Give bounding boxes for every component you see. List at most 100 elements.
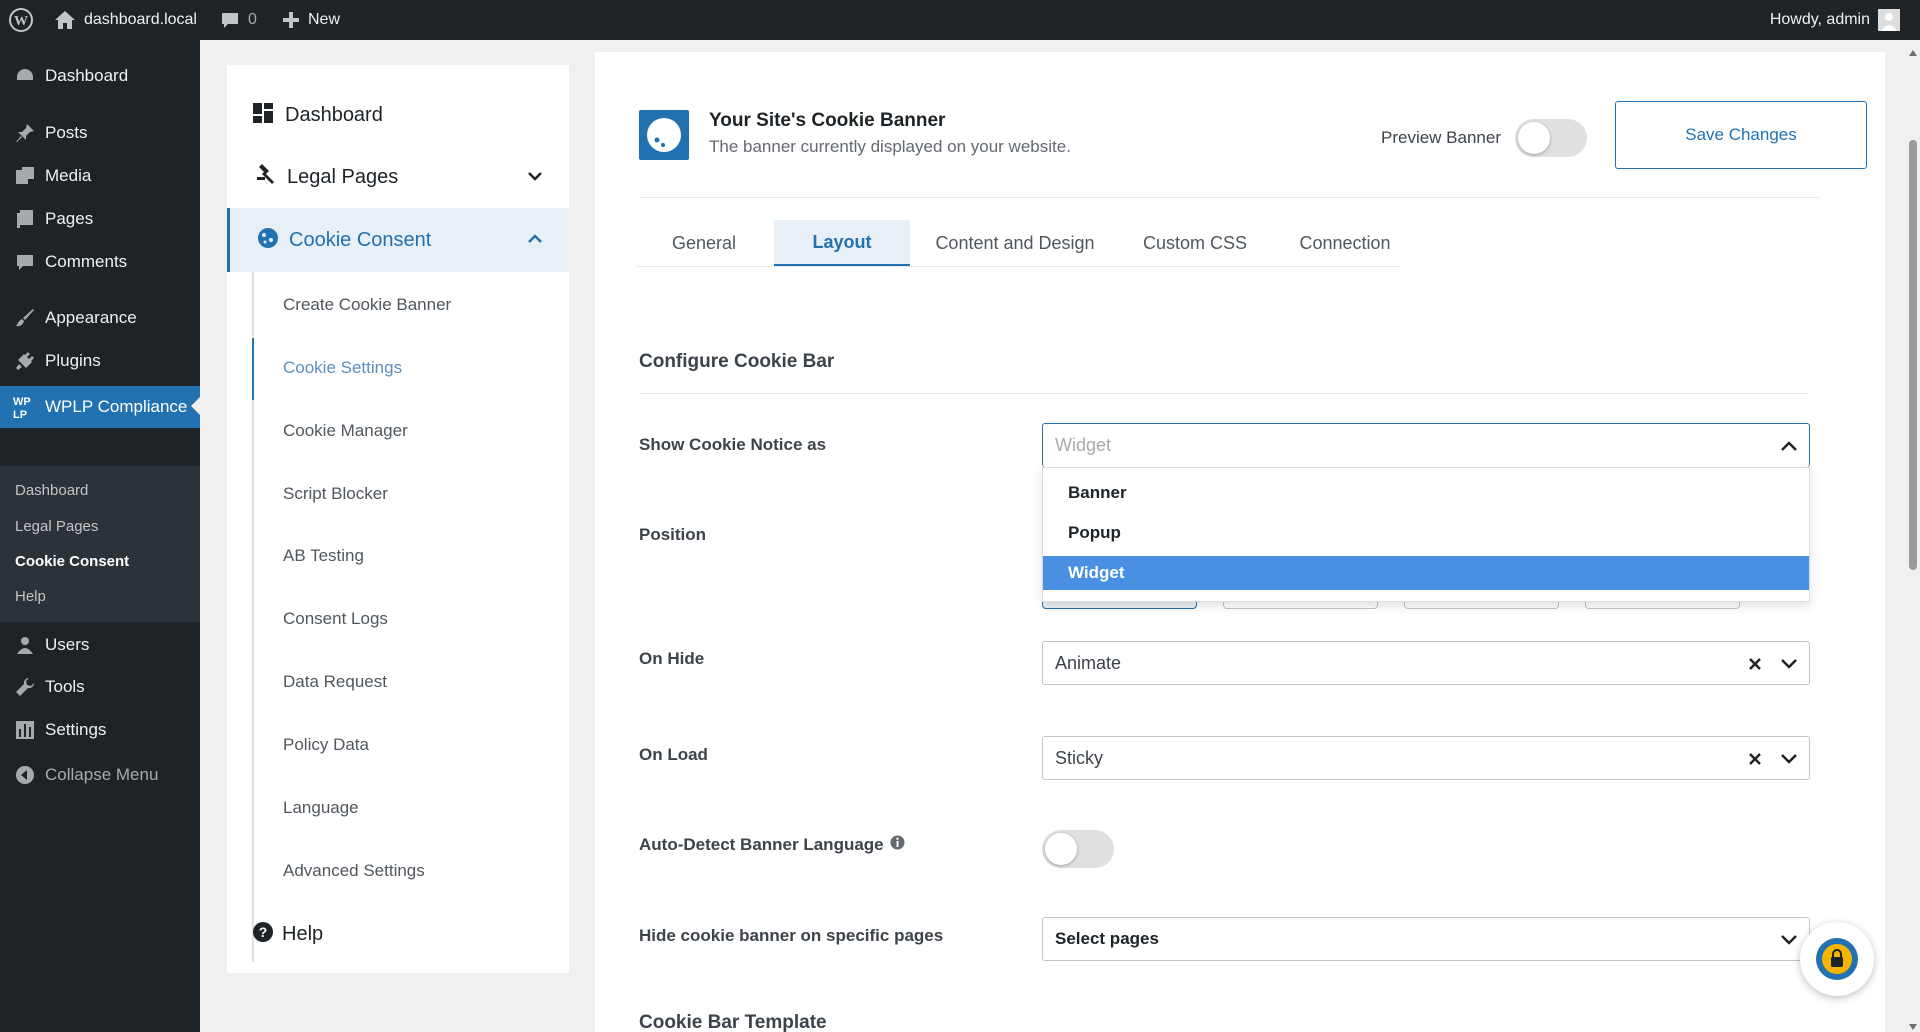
scroll-thumb[interactable] bbox=[1909, 140, 1917, 570]
menu-comments[interactable]: Comments bbox=[0, 242, 200, 282]
tab-custom-css[interactable]: Custom CSS bbox=[1120, 220, 1270, 266]
sidebar-sub-policy-data[interactable]: Policy Data bbox=[283, 735, 369, 755]
submenu-help[interactable]: Help bbox=[15, 588, 46, 605]
hide-pages-select[interactable]: Select pages bbox=[1042, 917, 1810, 961]
banner-preview-icon bbox=[639, 110, 689, 160]
menu-users[interactable]: Users bbox=[0, 625, 200, 665]
clear-icon[interactable] bbox=[1747, 652, 1763, 679]
submenu-legal-pages[interactable]: Legal Pages bbox=[15, 518, 98, 535]
tab-layout[interactable]: Layout bbox=[774, 220, 910, 266]
comments-link[interactable]: 0 bbox=[220, 0, 257, 40]
menu-label: Media bbox=[45, 166, 92, 185]
on-hide-value: Animate bbox=[1055, 652, 1122, 673]
sidebar-sub-create-cookie-banner[interactable]: Create Cookie Banner bbox=[283, 295, 451, 315]
pin-icon bbox=[10, 122, 40, 144]
submenu-dashboard[interactable]: Dashboard bbox=[15, 482, 88, 499]
page-scrollbar[interactable] bbox=[1906, 40, 1920, 1032]
show-notice-options: Banner Popup Widget bbox=[1042, 467, 1810, 602]
floating-consent-button[interactable] bbox=[1800, 922, 1874, 996]
chevron-down-icon bbox=[527, 168, 543, 186]
save-changes-button[interactable]: Save Changes bbox=[1615, 101, 1867, 169]
position-label: Position bbox=[639, 525, 707, 544]
sidebar-sub-script-blocker[interactable]: Script Blocker bbox=[283, 484, 388, 504]
question-circle-icon: ? bbox=[252, 921, 274, 948]
menu-label: Dashboard bbox=[45, 66, 129, 85]
new-content-link[interactable]: New bbox=[282, 0, 340, 40]
auto-detect-label: Auto-Detect Banner Language bbox=[639, 835, 884, 854]
collapse-icon bbox=[10, 764, 40, 786]
show-notice-value: Widget bbox=[1055, 435, 1112, 455]
submenu-cookie-consent[interactable]: Cookie Consent bbox=[15, 553, 129, 570]
menu-label: Plugins bbox=[45, 351, 101, 370]
chevron-down-icon[interactable] bbox=[1779, 654, 1799, 679]
grid-icon bbox=[253, 102, 273, 128]
on-load-select[interactable]: Sticky bbox=[1042, 736, 1810, 780]
settings-panel: Your Site's Cookie Banner The banner cur… bbox=[595, 52, 1885, 1032]
tabs-underline bbox=[637, 266, 1399, 267]
sidebar-item-help[interactable]: ? Help bbox=[227, 912, 569, 956]
menu-label: Settings bbox=[45, 720, 107, 739]
sidebar-item-label: Dashboard bbox=[285, 103, 383, 126]
toggle-knob bbox=[1045, 833, 1077, 865]
gavel-icon bbox=[253, 163, 277, 192]
sidebar-item-label: Legal Pages bbox=[287, 165, 399, 188]
account-menu[interactable]: Howdy, admin bbox=[1770, 0, 1900, 40]
submenu-rail-active bbox=[252, 338, 254, 400]
admin-menu: Dashboard Posts Media Pages Comments App… bbox=[0, 40, 201, 1032]
clear-icon[interactable] bbox=[1747, 747, 1763, 774]
menu-media[interactable]: Media bbox=[0, 156, 200, 196]
tab-content-and-design[interactable]: Content and Design bbox=[915, 220, 1115, 266]
menu-plugins[interactable]: Plugins bbox=[0, 341, 200, 381]
chevron-up-icon bbox=[527, 231, 543, 249]
admin-submenu: Dashboard Legal Pages Cookie Consent Hel… bbox=[0, 466, 200, 622]
sidebar-sub-cookie-settings[interactable]: Cookie Settings bbox=[283, 358, 402, 378]
users-icon bbox=[10, 634, 40, 656]
menu-label: Tools bbox=[45, 677, 85, 696]
auto-detect-toggle[interactable] bbox=[1042, 830, 1114, 868]
show-notice-select[interactable]: Widget bbox=[1042, 423, 1810, 467]
sidebar-sub-language[interactable]: Language bbox=[283, 798, 359, 818]
menu-collapse[interactable]: Collapse Menu bbox=[0, 755, 200, 795]
menu-pages[interactable]: Pages bbox=[0, 199, 200, 239]
menu-tools[interactable]: Tools bbox=[0, 667, 200, 707]
on-hide-select[interactable]: Animate bbox=[1042, 641, 1810, 685]
tab-general[interactable]: General bbox=[637, 220, 771, 266]
menu-dashboard[interactable]: Dashboard bbox=[0, 56, 200, 96]
page-icon bbox=[10, 208, 40, 230]
template-title: Cookie Bar Template bbox=[639, 1012, 827, 1032]
avatar bbox=[1878, 9, 1900, 31]
sidebar-sub-ab-testing[interactable]: AB Testing bbox=[283, 546, 364, 566]
svg-text:W: W bbox=[14, 14, 28, 29]
chevron-down-icon[interactable] bbox=[1779, 930, 1799, 955]
wordpress-logo-icon[interactable]: W bbox=[8, 0, 34, 40]
sidebar-item-legal-pages[interactable]: Legal Pages bbox=[227, 145, 569, 209]
info-icon[interactable] bbox=[890, 835, 905, 855]
sidebar-sub-advanced-settings[interactable]: Advanced Settings bbox=[283, 861, 425, 881]
sidebar-sub-consent-logs[interactable]: Consent Logs bbox=[283, 609, 388, 629]
menu-wplp-compliance[interactable]: WP LP WPLP Compliance bbox=[0, 386, 201, 428]
menu-label: WPLP Compliance bbox=[45, 397, 188, 416]
option-banner[interactable]: Banner bbox=[1043, 476, 1809, 510]
tab-connection[interactable]: Connection bbox=[1270, 220, 1420, 266]
option-popup[interactable]: Popup bbox=[1043, 516, 1809, 550]
chevron-down-icon[interactable] bbox=[1779, 749, 1799, 774]
scroll-up-icon[interactable] bbox=[1908, 44, 1918, 62]
menu-posts[interactable]: Posts bbox=[0, 113, 200, 153]
menu-settings[interactable]: Settings bbox=[0, 710, 200, 750]
chevron-up-icon[interactable] bbox=[1779, 436, 1799, 461]
site-name-link[interactable]: dashboard.local bbox=[54, 0, 197, 40]
greeting: Howdy, admin bbox=[1769, 11, 1870, 28]
scroll-down-icon[interactable] bbox=[1908, 1018, 1918, 1032]
header-divider bbox=[639, 197, 1819, 198]
sidebar-sub-data-request[interactable]: Data Request bbox=[283, 672, 387, 692]
preview-banner-toggle[interactable] bbox=[1515, 119, 1587, 157]
option-widget[interactable]: Widget bbox=[1043, 556, 1809, 590]
menu-appearance[interactable]: Appearance bbox=[0, 298, 200, 338]
sidebar-item-dashboard[interactable]: Dashboard bbox=[227, 83, 569, 147]
menu-label: Posts bbox=[45, 123, 88, 142]
menu-label: Comments bbox=[45, 252, 128, 271]
cookie-icon bbox=[257, 227, 279, 254]
sidebar-sub-cookie-manager[interactable]: Cookie Manager bbox=[283, 421, 408, 441]
hide-pages-placeholder: Select pages bbox=[1055, 929, 1159, 948]
sidebar-item-cookie-consent[interactable]: Cookie Consent bbox=[227, 208, 569, 272]
